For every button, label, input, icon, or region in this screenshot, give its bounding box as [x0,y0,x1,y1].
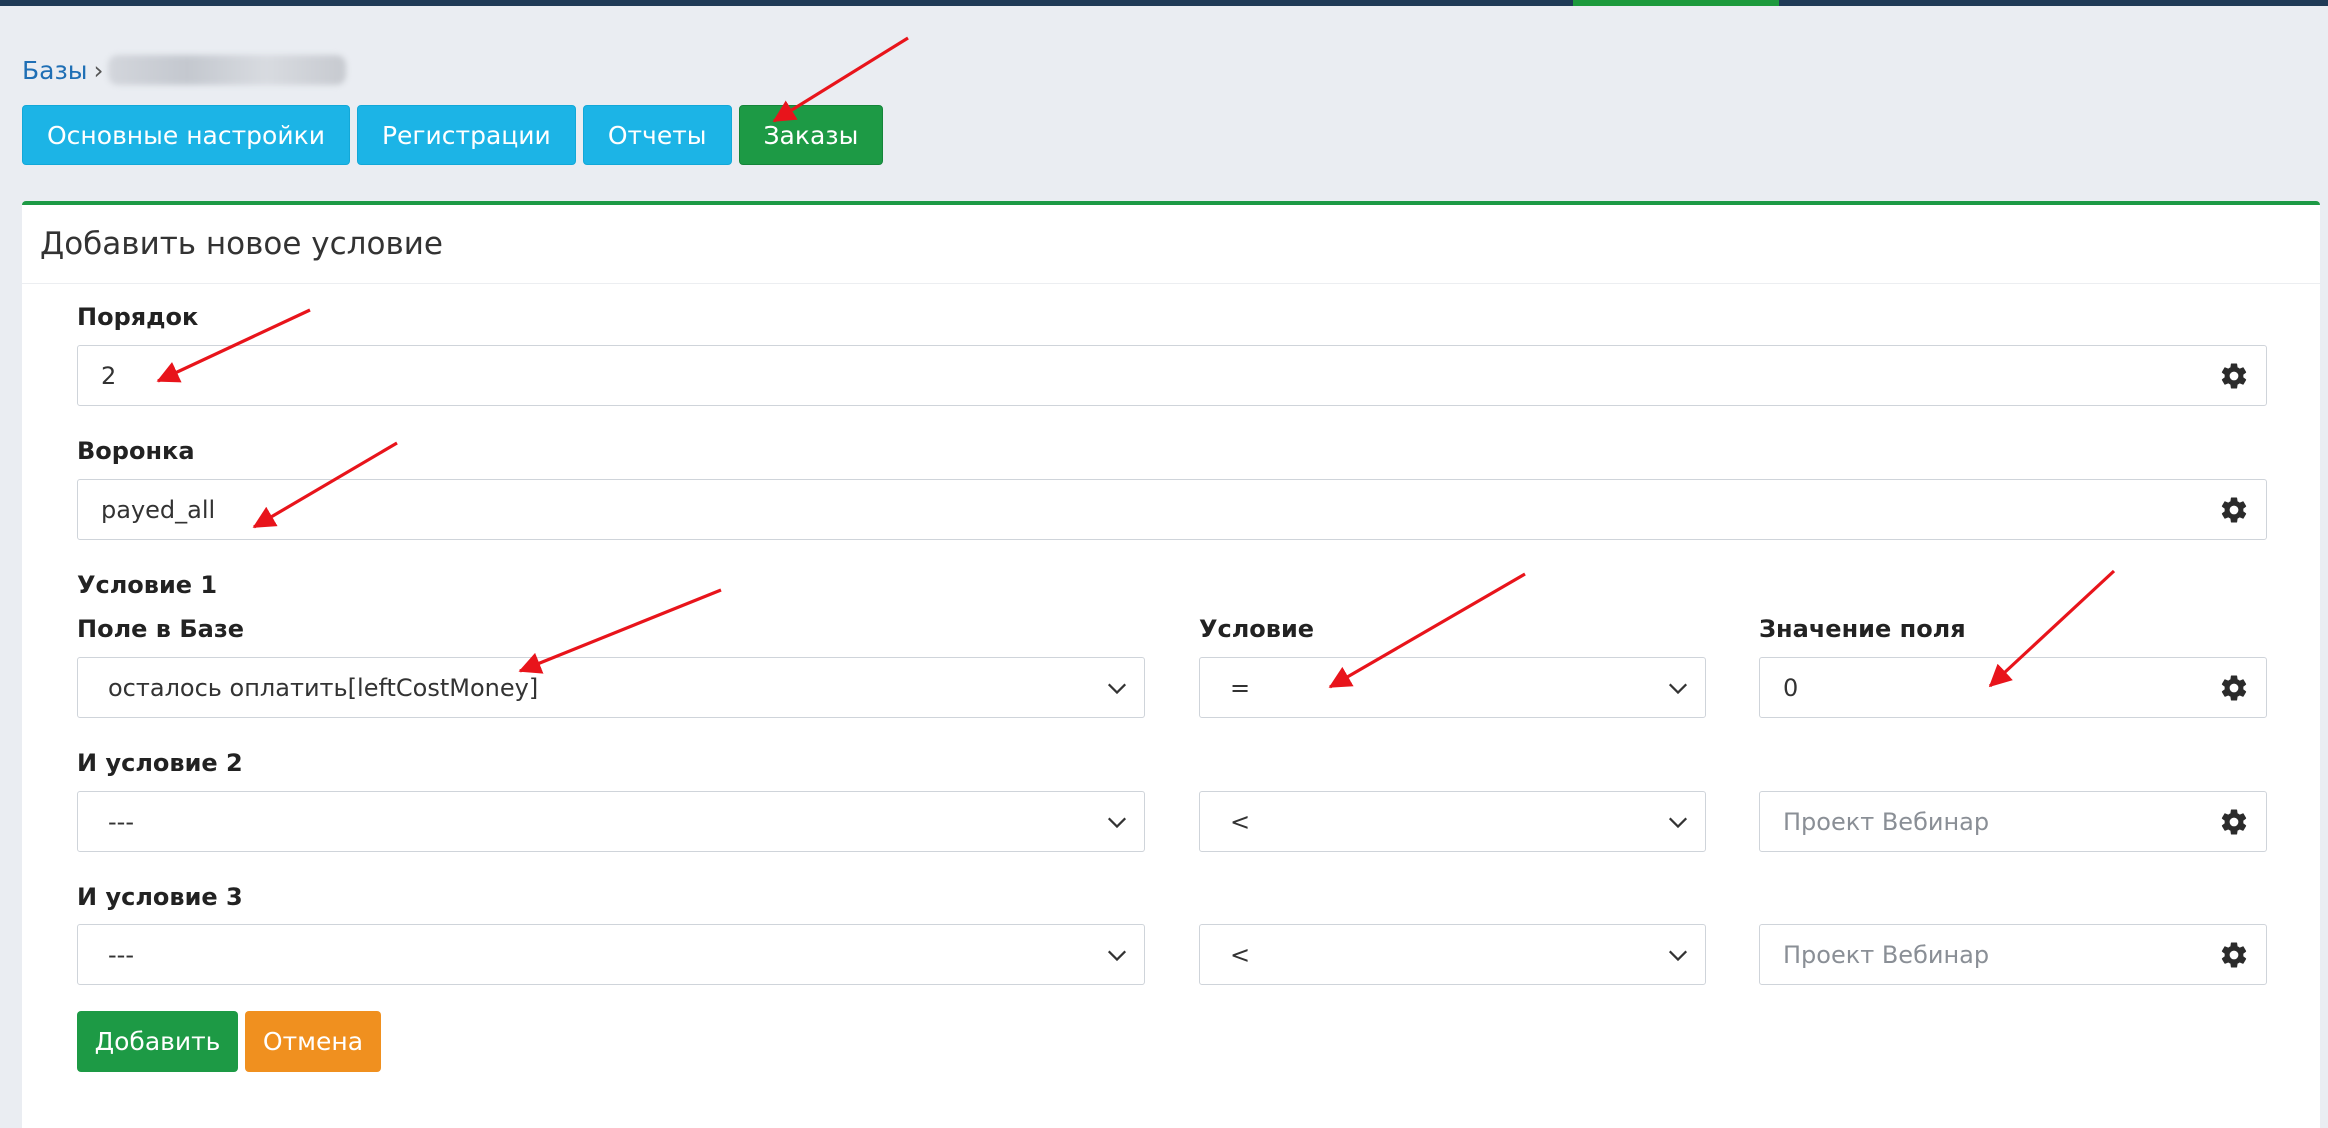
condition3-section-label: И условие 3 [77,883,243,911]
gear-icon[interactable] [2219,940,2249,970]
funnel-input[interactable]: payed_all [77,479,2267,540]
field-value-label: Значение поля [1759,615,1966,643]
tab-orders[interactable]: Заказы [738,105,884,165]
gear-icon[interactable] [2219,495,2249,525]
condition2-operator-select[interactable]: < [1199,791,1706,852]
operator-label: Условие [1199,615,1315,643]
top-bar [0,0,2328,6]
condition3-value-placeholder: Проект Вебинар [1783,940,1990,969]
chevron-down-icon [1668,950,1688,961]
condition2-db-field-select[interactable]: --- [77,791,1145,852]
condition2-value-input[interactable]: Проект Вебинар [1759,791,2267,852]
order-value: 2 [101,361,117,390]
funnel-value: payed_all [101,495,216,524]
chevron-down-icon [1107,950,1127,961]
gear-icon[interactable] [2219,807,2249,837]
chevron-down-icon [1668,683,1688,694]
funnel-label: Воронка [77,437,195,465]
chevron-down-icon [1107,683,1127,694]
condition3-operator-value: < [1230,940,1251,969]
section-tabs: Основные настройки Регистрации Отчеты За… [22,105,884,165]
condition2-db-field-value: --- [108,807,134,836]
tab-main-settings[interactable]: Основные настройки [22,105,350,165]
breadcrumb-separator: › [93,55,104,85]
condition1-operator-value: = [1230,673,1251,702]
db-field-label: Поле в Базе [77,615,245,643]
condition2-operator-value: < [1230,807,1251,836]
chevron-down-icon [1668,817,1688,828]
order-label: Порядок [77,303,199,331]
gear-icon[interactable] [2219,361,2249,391]
breadcrumb-root-link[interactable]: Базы [22,56,88,85]
condition1-db-field-select[interactable]: осталось оплатить[leftCostMoney] [77,657,1145,718]
tab-registrations[interactable]: Регистрации [356,105,576,165]
condition2-section-label: И условие 2 [77,749,243,777]
breadcrumb: Базы › [22,50,346,90]
order-input[interactable]: 2 [77,345,2267,406]
condition2-value-placeholder: Проект Вебинар [1783,807,1990,836]
chevron-down-icon [1107,817,1127,828]
add-button[interactable]: Добавить [77,1011,238,1072]
condition3-db-field-value: --- [108,940,134,969]
top-bar-accent [1573,0,1779,6]
condition1-value: 0 [1783,673,1799,702]
tab-reports[interactable]: Отчеты [582,105,732,165]
gear-icon[interactable] [2219,673,2249,703]
condition1-value-input[interactable]: 0 [1759,657,2267,718]
condition3-value-input[interactable]: Проект Вебинар [1759,924,2267,985]
condition3-operator-select[interactable]: < [1199,924,1706,985]
condition1-operator-select[interactable]: = [1199,657,1706,718]
condition1-section-label: Условие 1 [77,571,218,599]
cancel-button[interactable]: Отмена [245,1011,381,1072]
condition1-db-field-value: осталось оплатить[leftCostMoney] [108,673,539,702]
condition3-db-field-select[interactable]: --- [77,924,1145,985]
card-title: Добавить новое условие [22,205,2320,284]
breadcrumb-current-redacted [107,55,346,85]
